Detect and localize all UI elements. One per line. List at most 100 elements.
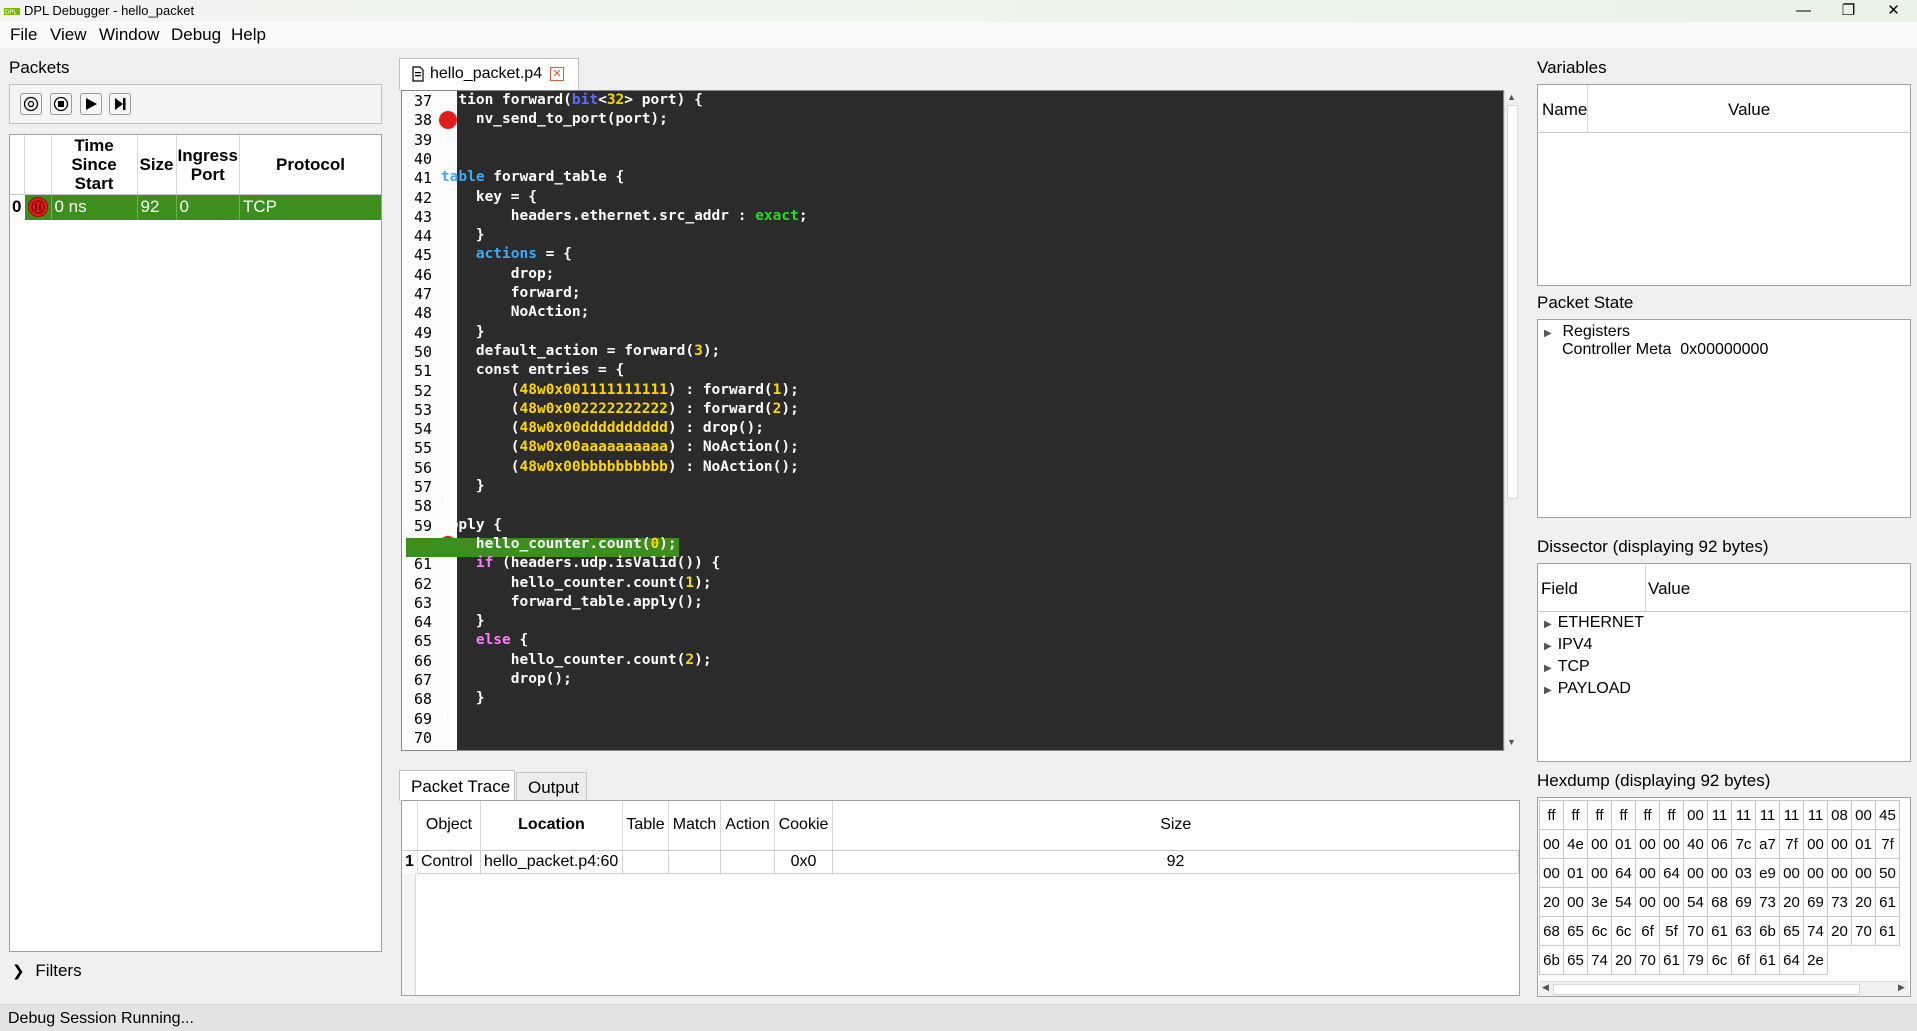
hex-byte[interactable]: ff <box>1659 800 1684 830</box>
hex-byte[interactable]: 61 <box>1875 916 1900 946</box>
scroll-up-icon[interactable]: ▲ <box>1507 92 1516 102</box>
hex-byte[interactable]: 00 <box>1659 829 1684 859</box>
menu-help[interactable]: Help <box>231 25 266 45</box>
expand-arrow-icon[interactable]: ▶ <box>1544 641 1552 652</box>
trace-row[interactable]: 1 Control hello_packet.p4:60 0x0 92 <box>402 849 1519 874</box>
hexdump-scroll-thumb[interactable] <box>1553 984 1860 995</box>
hex-byte[interactable]: e9 <box>1755 858 1780 888</box>
hex-byte[interactable]: 01 <box>1611 829 1636 859</box>
hex-byte[interactable]: 5f <box>1659 916 1684 946</box>
hex-byte[interactable]: ff <box>1635 800 1660 830</box>
hex-byte[interactable]: 6b <box>1539 945 1564 975</box>
menu-file[interactable]: File <box>10 25 37 45</box>
dissector-item-ethernet[interactable]: ▶ ETHERNET <box>1544 613 1644 635</box>
trace-col-size[interactable]: Size <box>832 801 1519 851</box>
hex-byte[interactable]: 00 <box>1587 858 1612 888</box>
editor-scroll-thumb[interactable] <box>1507 105 1518 499</box>
hex-byte[interactable]: 6c <box>1611 916 1636 946</box>
hexdump-hscrollbar[interactable]: ◀ ▶ <box>1539 981 1909 996</box>
hex-byte[interactable]: 03 <box>1731 858 1756 888</box>
record-button[interactable] <box>20 93 42 115</box>
menu-window[interactable]: Window <box>99 25 159 45</box>
hex-byte[interactable]: 20 <box>1851 887 1876 917</box>
trace-col-match[interactable]: Match <box>668 801 721 851</box>
hex-byte[interactable]: a7 <box>1755 829 1780 859</box>
hex-byte[interactable]: ff <box>1539 800 1564 830</box>
hex-byte[interactable]: 06 <box>1707 829 1732 859</box>
hex-byte[interactable]: 54 <box>1611 887 1636 917</box>
hex-byte[interactable] <box>1852 946 1876 975</box>
hex-byte[interactable]: 00 <box>1563 887 1588 917</box>
hex-byte[interactable]: 6c <box>1707 945 1732 975</box>
hex-byte[interactable]: 74 <box>1803 916 1828 946</box>
continue-button[interactable] <box>80 93 102 115</box>
minimize-button[interactable]: — <box>1781 0 1826 22</box>
hex-byte[interactable]: 40 <box>1683 829 1708 859</box>
dissector-item-payload[interactable]: ▶ PAYLOAD <box>1544 679 1644 701</box>
trace-col-object[interactable]: Object <box>417 801 481 851</box>
dissector-col-field[interactable]: Field <box>1541 579 1578 599</box>
hex-byte[interactable]: 54 <box>1683 887 1708 917</box>
col-header-ingress-port[interactable]: Ingress Port <box>176 135 240 195</box>
tab-packet-trace[interactable]: Packet Trace <box>399 770 515 801</box>
hex-byte[interactable]: 63 <box>1731 916 1756 946</box>
hex-byte[interactable]: 20 <box>1827 916 1852 946</box>
hex-byte[interactable]: 4e <box>1563 829 1588 859</box>
hex-byte[interactable]: 00 <box>1851 858 1876 888</box>
scroll-right-icon[interactable]: ▶ <box>1898 982 1905 993</box>
hex-byte[interactable]: 08 <box>1827 800 1852 830</box>
hex-byte[interactable]: 11 <box>1755 800 1780 830</box>
scroll-down-icon[interactable]: ▼ <box>1507 737 1516 747</box>
hex-byte[interactable]: 01 <box>1563 858 1588 888</box>
expand-arrow-icon[interactable]: ▶ <box>1544 685 1552 696</box>
hex-byte[interactable]: 6c <box>1587 916 1612 946</box>
hex-byte[interactable]: 6b <box>1755 916 1780 946</box>
hex-byte[interactable]: ff <box>1587 800 1612 830</box>
hex-byte[interactable]: 64 <box>1659 858 1684 888</box>
hex-byte[interactable]: 00 <box>1587 829 1612 859</box>
hex-byte[interactable]: 6f <box>1731 945 1756 975</box>
step-button[interactable] <box>109 93 131 115</box>
hex-byte[interactable]: 73 <box>1827 887 1852 917</box>
hex-byte[interactable]: 00 <box>1827 829 1852 859</box>
variables-col-value[interactable]: Value <box>1728 100 1770 120</box>
hex-byte[interactable]: 00 <box>1683 858 1708 888</box>
hex-byte[interactable]: 65 <box>1563 916 1588 946</box>
hex-byte[interactable]: 01 <box>1851 829 1876 859</box>
hex-byte[interactable]: 64 <box>1779 945 1804 975</box>
tab-hello-packet[interactable]: hello_packet.p4 ✕ <box>399 58 579 90</box>
tree-item-registers[interactable]: ▶ Registers <box>1544 321 1630 341</box>
dissector-item-ipv4[interactable]: ▶ IPV4 <box>1544 635 1644 657</box>
maximize-button[interactable]: ❐ <box>1826 0 1871 22</box>
hex-byte[interactable]: 00 <box>1635 829 1660 859</box>
hex-byte[interactable]: 79 <box>1683 945 1708 975</box>
hex-byte[interactable]: 11 <box>1731 800 1756 830</box>
hex-byte[interactable]: 00 <box>1803 829 1828 859</box>
hex-byte[interactable]: 00 <box>1779 858 1804 888</box>
hex-byte[interactable]: 64 <box>1611 858 1636 888</box>
hex-byte[interactable]: 65 <box>1563 945 1588 975</box>
hex-byte[interactable]: 7f <box>1779 829 1804 859</box>
hex-byte[interactable]: 20 <box>1779 887 1804 917</box>
hex-byte[interactable]: 68 <box>1539 916 1564 946</box>
editor-scrollbar[interactable]: ▲ ▼ <box>1504 90 1518 751</box>
scroll-left-icon[interactable]: ◀ <box>1542 982 1549 993</box>
hex-byte[interactable]: 11 <box>1779 800 1804 830</box>
col-header-size[interactable]: Size <box>137 135 177 195</box>
hex-byte[interactable]: 00 <box>1851 800 1876 830</box>
hex-byte[interactable]: 65 <box>1779 916 1804 946</box>
col-header-protocol[interactable]: Protocol <box>239 135 381 195</box>
code-editor[interactable]: 37 38 39 40 41 42 43 44 45 46 47 48 49 50 51 52 53 54 55 56… <box>401 90 1504 751</box>
hex-byte[interactable]: 68 <box>1707 887 1732 917</box>
menu-debug[interactable]: Debug <box>171 25 221 45</box>
hex-byte[interactable]: 69 <box>1731 887 1756 917</box>
expand-arrow-icon[interactable]: ▶ <box>1544 328 1552 339</box>
filters-toggle[interactable]: ❯ Filters <box>12 961 82 981</box>
trace-col-action[interactable]: Action <box>720 801 775 851</box>
trace-col-cookie[interactable]: Cookie <box>774 801 833 851</box>
dissector-col-value[interactable]: Value <box>1648 579 1690 599</box>
col-header-time[interactable]: Time Since Start <box>51 135 138 195</box>
hex-byte[interactable]: 50 <box>1875 858 1900 888</box>
hex-byte[interactable]: 00 <box>1635 887 1660 917</box>
hex-byte[interactable]: 74 <box>1587 945 1612 975</box>
